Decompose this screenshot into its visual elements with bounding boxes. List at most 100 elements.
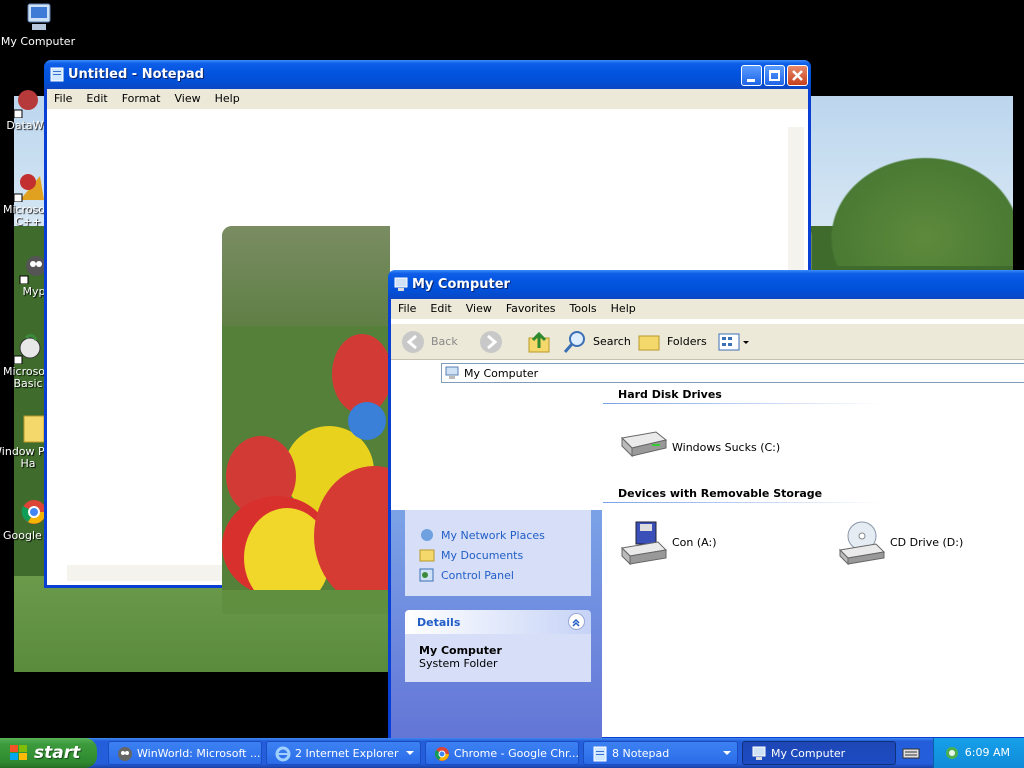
address-text: My Computer [464,367,539,380]
drive-d[interactable]: CD Drive (D:) [838,520,998,568]
start-button[interactable]: start [0,738,97,768]
documents-folder-icon [419,549,435,562]
desktop-icon-my-computer[interactable]: My Computer [0,2,76,48]
menu-edit[interactable]: Edit [79,89,114,105]
explorer-toolbar: Back Search Folders [391,324,1024,360]
up-folder-button[interactable] [527,330,553,354]
search-icon [563,331,585,353]
taskbar-button-label: 2 Internet Explorer [295,747,399,760]
back-label: Back [431,335,458,348]
visual-basic-icon [12,332,44,365]
image-window-balls-front [222,226,390,614]
close-button[interactable] [787,65,808,86]
explorer-menubar: File Edit View Favorites Tools Help [391,299,1024,319]
menu-favorites[interactable]: Favorites [499,299,563,315]
chrome-icon [434,747,449,761]
taskbar-button-label: My Computer [771,747,846,760]
section-heading-removable: Devices with Removable Storage [618,487,823,500]
control-panel-icon [419,568,434,582]
notepad-menubar: File Edit Format View Help [47,89,808,109]
taskbar: start WinWorld: Microsoft ... 2 Internet… [0,738,1024,768]
start-label: start [34,743,81,763]
internet-explorer-icon [275,746,291,762]
taskbar-button-label: Chrome - Google Chr... [454,747,580,760]
menu-file[interactable]: File [47,89,79,105]
collapse-button[interactable] [568,613,585,630]
keyboard-indicator[interactable] [902,745,920,761]
menu-help[interactable]: Help [604,299,643,315]
drive-label: CD Drive (D:) [890,536,964,549]
details-type: System Folder [419,657,498,670]
drive-label: Windows Sucks (C:) [672,441,781,454]
raccoon-icon [118,747,132,761]
taskbar-button-label: 8 Notepad [612,747,670,760]
forward-button[interactable] [479,330,519,354]
details-name: My Computer [419,644,502,657]
taskbar-button-chrome[interactable]: Chrome - Google Chr... [425,741,579,765]
section-divider [603,403,883,404]
chevron-down-icon [723,751,731,755]
app-shortcut-icon [12,86,44,119]
link-label: My Network Places [441,529,545,542]
keyboard-icon [902,748,920,759]
minimize-icon [747,79,755,82]
views-button[interactable] [717,330,753,354]
details-header[interactable]: Details [405,610,591,634]
search-label: Search [593,335,631,348]
computer-icon [752,746,766,760]
details-heading: Details [417,616,461,629]
folder-icon [12,412,45,444]
system-tray: 6:09 AM [933,738,1024,768]
menu-file[interactable]: File [391,299,423,315]
folders-label: Folders [667,335,707,348]
my-computer-window[interactable]: My Computer File Edit View Favorites Tools He… [388,270,1024,738]
cd-drive-icon [838,521,886,566]
taskbar-button-winworld[interactable]: WinWorld: Microsoft ... [108,741,262,765]
chevron-up-icon [572,618,580,627]
back-button[interactable]: Back [401,330,471,354]
taskbar-button-notepad[interactable]: 8 Notepad [583,741,738,765]
network-tray-icon[interactable] [944,745,960,761]
menu-view[interactable]: View [168,89,208,105]
computer-icon [22,2,54,34]
link-label: My Documents [441,549,524,562]
menu-format[interactable]: Format [115,89,168,105]
menu-tools[interactable]: Tools [563,299,604,315]
notepad-titlebar[interactable]: Untitled - Notepad [44,60,811,89]
window-title: My Computer [412,277,510,292]
drive-a[interactable]: Con (A:) [620,520,780,568]
taskbar-button-my-computer[interactable]: My Computer [742,741,896,765]
maximize-icon [769,70,780,81]
section-divider [603,502,883,503]
folders-button[interactable]: Folders [637,330,709,354]
address-bar[interactable]: My Computer [441,363,1024,383]
task-pane: My Network Places My Documents Control P… [391,510,602,738]
computer-icon [394,277,408,292]
menu-help[interactable]: Help [208,89,247,105]
minimize-button[interactable] [741,65,762,86]
up-folder-icon [528,331,550,353]
details-box: My Computer System Folder [405,634,591,682]
desktop: My Computer DataWa Microsoft C++ Myp Mic… [0,0,1024,738]
windows-logo-icon [10,745,27,760]
taskbar-button-internet-explorer[interactable]: 2 Internet Explorer [266,741,421,765]
explorer-titlebar[interactable]: My Computer [388,270,1024,299]
maximize-button[interactable] [764,65,785,86]
desktop-icon-label: My Computer [0,35,76,48]
section-heading-hard-disk: Hard Disk Drives [618,388,722,401]
search-button[interactable]: Search [563,330,633,354]
drive-c[interactable]: Windows Sucks (C:) [620,428,820,462]
forward-arrow-icon [480,331,502,353]
menu-edit[interactable]: Edit [423,299,458,315]
hard-disk-icon [620,431,668,458]
clock[interactable]: 6:09 AM [965,746,1010,759]
menu-view[interactable]: View [459,299,499,315]
network-places-icon [421,529,433,541]
chevron-down-icon [406,751,414,755]
close-icon [792,70,803,81]
folders-icon [638,335,660,351]
notepad-icon [50,67,64,82]
visual-cpp-icon [12,170,44,203]
computer-icon [445,366,459,379]
chrome-icon [12,496,46,528]
